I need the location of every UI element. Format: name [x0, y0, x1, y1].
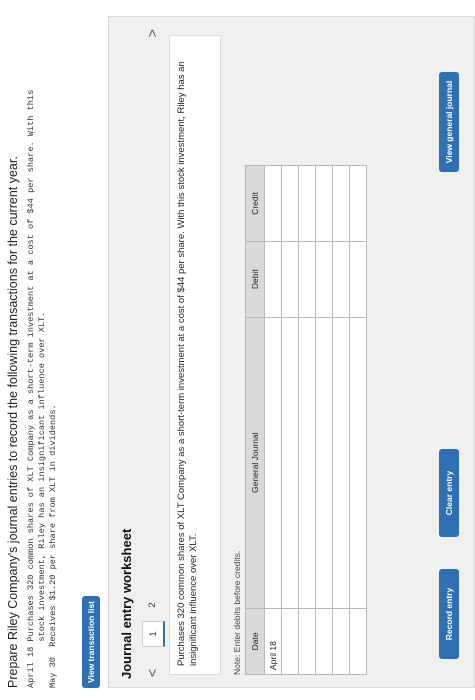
credit-input[interactable] — [332, 165, 350, 242]
debit-input[interactable] — [298, 241, 316, 318]
table-row: April 18 — [264, 165, 282, 675]
transaction-line: May 30 Receives $1.20 per share from XLT… — [48, 404, 58, 688]
account-input[interactable] — [315, 317, 333, 609]
instructions: Prepare Riley Company's journal entries … — [6, 12, 59, 688]
table-row — [315, 165, 333, 675]
view-transaction-list-button[interactable]: View transaction list — [82, 596, 100, 688]
column-header-general-journal: General Journal — [245, 317, 265, 609]
credit-input[interactable] — [298, 165, 316, 242]
table-row — [281, 165, 299, 675]
credit-input[interactable] — [281, 165, 299, 242]
page-rotated-canvas: Prepare Riley Company's journal entries … — [0, 0, 475, 700]
transaction-line: April 18 Purchases 320 common shares of … — [26, 89, 36, 688]
previous-arrow-icon[interactable]: < — [144, 669, 160, 677]
step-tab-1[interactable]: 1 — [142, 621, 165, 647]
date-cell[interactable] — [332, 608, 350, 675]
credit-input[interactable] — [315, 165, 333, 242]
column-header-date: Date — [245, 608, 265, 675]
table-row — [332, 165, 350, 675]
debit-input[interactable] — [349, 241, 367, 318]
next-arrow-icon[interactable]: > — [144, 29, 160, 37]
step-tab-2[interactable]: 2 — [142, 593, 162, 617]
clear-entry-button[interactable]: Clear entry — [439, 449, 459, 537]
date-cell[interactable] — [281, 608, 299, 675]
table-row — [298, 165, 316, 675]
date-cell[interactable] — [298, 608, 316, 675]
credit-input[interactable] — [264, 165, 282, 242]
date-cell[interactable] — [315, 608, 333, 675]
debit-input[interactable] — [332, 241, 350, 318]
account-input[interactable] — [281, 317, 299, 609]
date-cell[interactable]: April 18 — [264, 608, 282, 675]
account-input[interactable] — [349, 317, 367, 609]
credit-input[interactable] — [349, 165, 367, 242]
journal-entry-worksheet: Journal entry worksheet < 1 2 > Purchase… — [108, 16, 475, 688]
worksheet-title: Journal entry worksheet — [119, 528, 134, 679]
account-input[interactable] — [332, 317, 350, 609]
debits-credits-note: Note: Enter debits before credits. — [232, 550, 242, 675]
debit-input[interactable] — [315, 241, 333, 318]
table-row — [349, 165, 367, 675]
transaction-description: Purchases 320 common shares of XLT Compa… — [169, 35, 221, 675]
debit-input[interactable] — [264, 241, 282, 318]
instructions-intro: Prepare Riley Company's journal entries … — [6, 156, 20, 688]
record-entry-button[interactable]: Record entry — [439, 569, 459, 659]
debit-input[interactable] — [281, 241, 299, 318]
account-input[interactable] — [298, 317, 316, 609]
column-header-debit: Debit — [245, 241, 265, 318]
journal-entry-table: Date General Journal Debit Credit April … — [245, 165, 367, 675]
date-cell[interactable] — [349, 608, 367, 675]
table-header-row: Date General Journal Debit Credit — [245, 165, 265, 675]
column-header-credit: Credit — [245, 165, 265, 242]
transaction-line: stock investment, Riley has an insignifi… — [37, 311, 47, 688]
view-general-journal-button[interactable]: View general journal — [439, 72, 459, 172]
account-input[interactable] — [264, 317, 282, 609]
